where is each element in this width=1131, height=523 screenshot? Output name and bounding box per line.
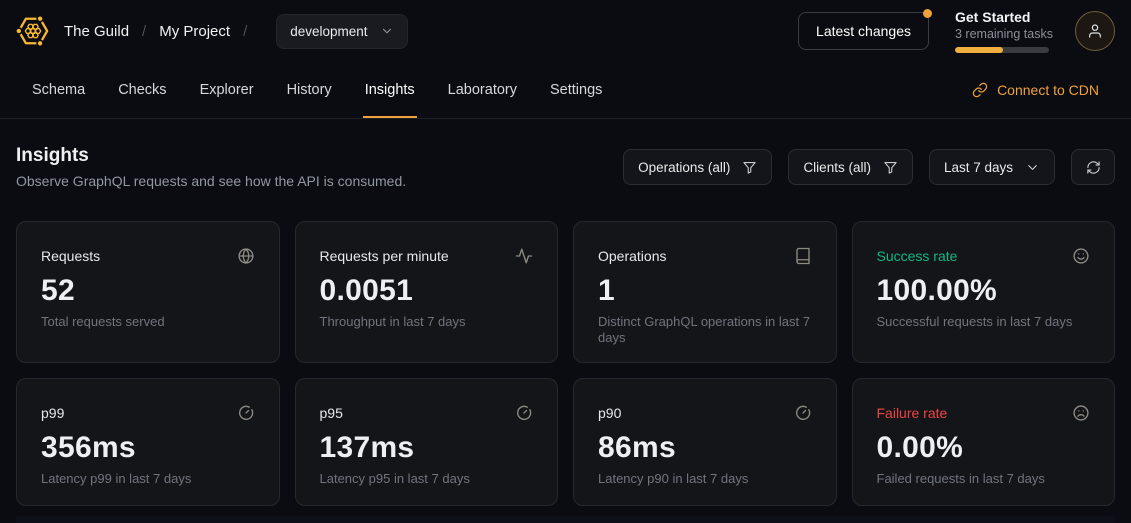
stat-card-title: p90: [598, 405, 621, 421]
breadcrumb-org[interactable]: The Guild: [64, 23, 129, 40]
stat-card-description: Latency p95 in last 7 days: [320, 471, 534, 487]
stat-card-description: Total requests served: [41, 314, 255, 330]
stat-card-value: 100.00%: [877, 274, 1091, 308]
link-icon: [972, 82, 988, 98]
breadcrumb-separator: /: [243, 23, 247, 40]
breadcrumb-project[interactable]: My Project: [159, 23, 230, 40]
stat-card-success-rate: Success rate 100.00% Successful requests…: [852, 221, 1116, 363]
stat-card-description: Latency p90 in last 7 days: [598, 471, 812, 487]
hive-logo-icon[interactable]: [16, 14, 50, 48]
target-selector[interactable]: development: [276, 14, 407, 49]
refresh-icon: [1086, 160, 1101, 175]
page-subtitle: Observe GraphQL requests and see how the…: [16, 173, 406, 189]
tab-history[interactable]: History: [287, 62, 332, 118]
get-started-widget[interactable]: Get Started 3 remaining tasks: [955, 9, 1049, 53]
tab-checks[interactable]: Checks: [118, 62, 166, 118]
target-selector-value: development: [290, 24, 367, 39]
frown-icon: [1072, 404, 1090, 422]
stat-card-description: Distinct GraphQL operations in last 7 da…: [598, 314, 812, 347]
stat-card-operations: Operations 1 Distinct GraphQL operations…: [573, 221, 837, 363]
activity-icon: [515, 247, 533, 265]
stat-card-title: Failure rate: [877, 405, 948, 421]
stat-card-value: 0.00%: [877, 431, 1091, 465]
page-header: Insights Observe GraphQL requests and se…: [16, 139, 1115, 195]
connect-to-cdn-label: Connect to CDN: [997, 82, 1099, 98]
stat-card-title: Requests per minute: [320, 248, 449, 264]
tab-explorer[interactable]: Explorer: [200, 62, 254, 118]
refresh-button[interactable]: [1071, 149, 1115, 185]
page-titles: Insights Observe GraphQL requests and se…: [16, 145, 406, 189]
period-select-button[interactable]: Last 7 days: [929, 149, 1055, 185]
stat-card-requests-per-minute: Requests per minute 0.0051 Throughput in…: [295, 221, 559, 363]
stat-cards-grid: Requests 52 Total requests served Reques…: [16, 221, 1115, 506]
clients-filter-button[interactable]: Clients (all): [788, 149, 913, 185]
gauge-icon: [237, 404, 255, 422]
stat-card-description: Failed requests in last 7 days: [877, 471, 1091, 487]
connect-to-cdn-link[interactable]: Connect to CDN: [972, 62, 1099, 118]
gauge-icon: [515, 404, 533, 422]
stat-card-title: Requests: [41, 248, 100, 264]
latest-changes-button[interactable]: Latest changes: [798, 12, 929, 50]
stat-card-value: 52: [41, 274, 255, 308]
operations-filter-label: Operations (all): [638, 160, 730, 175]
insights-page: Insights Observe GraphQL requests and se…: [0, 139, 1131, 523]
tab-laboratory[interactable]: Laboratory: [448, 62, 517, 118]
get-started-title: Get Started: [955, 9, 1049, 25]
notification-dot: [923, 9, 932, 18]
filters-toolbar: Operations (all) Clients (all) Last 7 da…: [623, 149, 1115, 185]
stat-card-p99: p99 356ms Latency p99 in last 7 days: [16, 378, 280, 506]
breadcrumb: The Guild / My Project /: [64, 23, 260, 40]
top-header: The Guild / My Project / development Lat…: [0, 0, 1131, 62]
page-title: Insights: [16, 145, 406, 167]
get-started-progress-fill: [955, 47, 1003, 53]
stat-card-title: p99: [41, 405, 64, 421]
stat-card-p95: p95 137ms Latency p95 in last 7 days: [295, 378, 559, 506]
get-started-progress-bar: [955, 47, 1049, 53]
main-nav: Schema Checks Explorer History Insights …: [0, 62, 1131, 119]
globe-icon: [237, 247, 255, 265]
stat-card-value: 86ms: [598, 431, 812, 465]
filter-funnel-icon: [883, 160, 898, 175]
stat-card-value: 1: [598, 274, 812, 308]
stat-card-value: 137ms: [320, 431, 534, 465]
stat-card-value: 0.0051: [320, 274, 534, 308]
tab-insights[interactable]: Insights: [365, 62, 415, 118]
stat-card-title: Success rate: [877, 248, 958, 264]
clients-filter-label: Clients (all): [803, 160, 871, 175]
user-avatar[interactable]: [1075, 11, 1115, 51]
breadcrumb-separator: /: [142, 23, 146, 40]
stat-card-description: Latency p99 in last 7 days: [41, 471, 255, 487]
smile-icon: [1072, 247, 1090, 265]
latest-changes-label: Latest changes: [816, 23, 911, 39]
stat-card-requests: Requests 52 Total requests served: [16, 221, 280, 363]
stat-card-title: p95: [320, 405, 343, 421]
gauge-icon: [794, 404, 812, 422]
stat-card-description: Successful requests in last 7 days: [877, 314, 1091, 330]
stat-card-title: Operations: [598, 248, 666, 264]
chevron-down-icon: [1025, 160, 1040, 175]
bottom-strip: [16, 516, 1115, 523]
stat-card-p90: p90 86ms Latency p90 in last 7 days: [573, 378, 837, 506]
chevron-down-icon: [380, 24, 394, 38]
stat-card-failure-rate: Failure rate 0.00% Failed requests in la…: [852, 378, 1116, 506]
user-icon: [1087, 23, 1103, 39]
book-icon: [794, 247, 812, 265]
stat-card-description: Throughput in last 7 days: [320, 314, 534, 330]
period-select-label: Last 7 days: [944, 160, 1013, 175]
tab-settings[interactable]: Settings: [550, 62, 602, 118]
operations-filter-button[interactable]: Operations (all): [623, 149, 772, 185]
get-started-subtitle: 3 remaining tasks: [955, 27, 1049, 41]
filter-funnel-icon: [742, 160, 757, 175]
header-right: Latest changes Get Started 3 remaining t…: [798, 9, 1115, 53]
stat-card-value: 356ms: [41, 431, 255, 465]
tab-schema[interactable]: Schema: [32, 62, 85, 118]
